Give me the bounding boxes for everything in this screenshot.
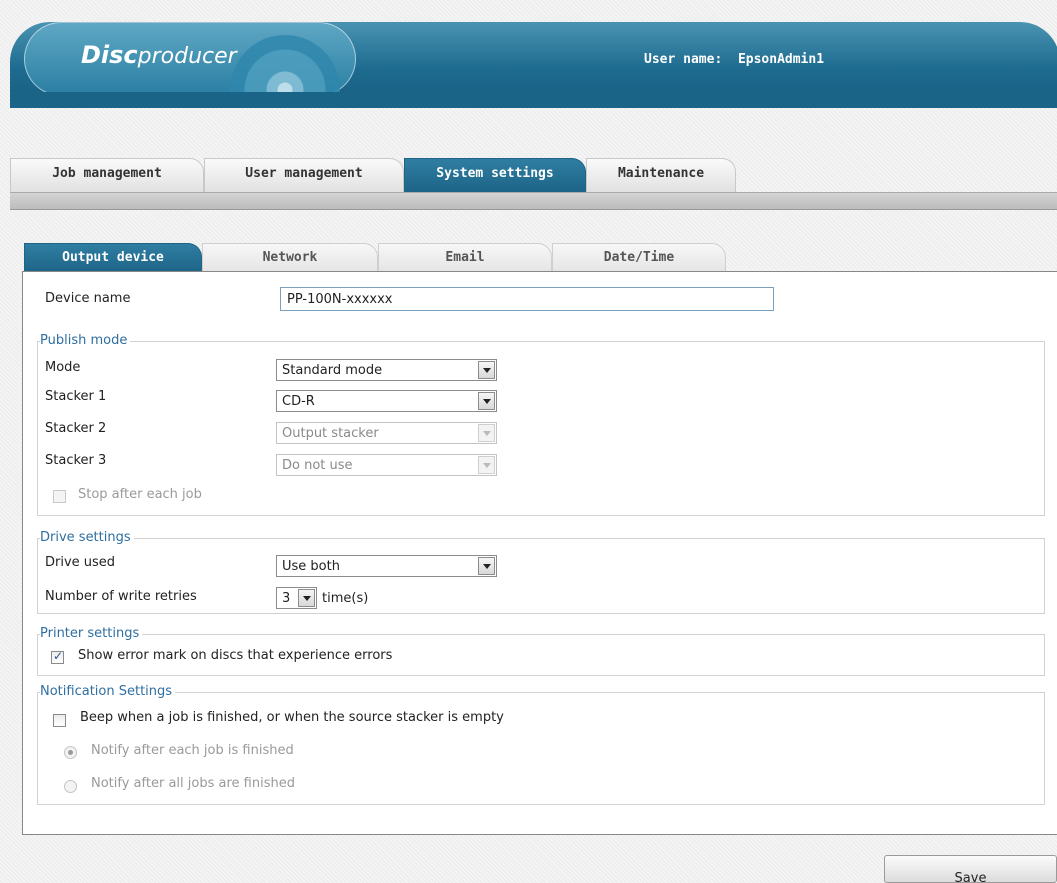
logo-rest-text: producer: [137, 44, 237, 69]
stacker3-select[interactable]: Do not use: [276, 454, 497, 476]
mode-select[interactable]: Standard mode: [276, 359, 497, 381]
tab-system-settings[interactable]: System settings: [404, 158, 586, 192]
stacker2-label: Stacker 2: [45, 421, 107, 436]
device-name-input[interactable]: [280, 287, 774, 311]
chevron-down-icon[interactable]: [478, 424, 495, 442]
drive-used-select[interactable]: Use both: [276, 555, 497, 577]
logo-bold-text: Disc: [81, 41, 138, 69]
write-retries-label: Number of write retries: [45, 589, 197, 604]
tab-label: Job management: [52, 166, 162, 181]
stacker3-select-value: Do not use: [282, 458, 353, 473]
logo-banner: Discproducer: [24, 22, 356, 108]
error-mark-label: Show error mark on discs that experience…: [78, 648, 393, 663]
stop-after-job-label: Stop after each job: [78, 487, 202, 502]
device-name-label: Device name: [45, 291, 131, 306]
tab-user-management[interactable]: User management: [204, 158, 404, 192]
tab-label: User management: [245, 166, 363, 181]
app-logo: Discproducer: [81, 41, 237, 69]
save-button[interactable]: Save: [884, 855, 1057, 883]
drive-used-value: Use both: [282, 559, 340, 574]
beep-checkbox[interactable]: [53, 714, 66, 727]
notification-legend: Notification Settings: [40, 684, 176, 699]
chevron-down-icon[interactable]: [298, 589, 315, 607]
error-mark-checkbox[interactable]: [51, 649, 64, 664]
tab-label: System settings: [436, 166, 554, 181]
tab-maintenance[interactable]: Maintenance: [586, 158, 736, 192]
save-button-label: Save: [954, 871, 987, 883]
stacker2-select-value: Output stacker: [282, 426, 379, 441]
notify-all-jobs-label: Notify after all jobs are finished: [91, 776, 295, 791]
mode-select-value: Standard mode: [282, 363, 383, 378]
subtab-label: Network: [262, 250, 318, 265]
printer-settings-legend: Printer settings: [40, 626, 143, 641]
tab-label: Maintenance: [617, 166, 705, 181]
write-retries-value: 3: [282, 591, 291, 606]
write-retries-select[interactable]: 3: [276, 587, 317, 609]
beep-label: Beep when a job is finished, or when the…: [80, 710, 504, 725]
mode-label: Mode: [45, 360, 81, 375]
stacker1-label: Stacker 1: [45, 389, 107, 404]
notify-each-job-label: Notify after each job is finished: [91, 743, 294, 758]
chevron-down-icon[interactable]: [478, 361, 495, 379]
notify-all-jobs-radio[interactable]: [64, 780, 77, 793]
user-info: User name: EpsonAdmin1: [644, 52, 824, 67]
user-name: EpsonAdmin1: [737, 52, 825, 67]
main-tab-underline-bar: [10, 192, 1057, 210]
tab-date-time[interactable]: Date/Time: [552, 243, 726, 273]
stop-after-job-checkbox[interactable]: [53, 490, 66, 503]
tab-network[interactable]: Network: [202, 243, 378, 273]
stacker3-label: Stacker 3: [45, 453, 107, 468]
tab-job-management[interactable]: Job management: [10, 158, 204, 192]
stacker1-select-value: CD-R: [282, 394, 315, 409]
subtab-label: Date/Time: [603, 250, 675, 265]
chevron-down-icon[interactable]: [478, 557, 495, 575]
tab-output-device[interactable]: Output device: [24, 243, 202, 273]
header-bottom-band: [10, 92, 1057, 108]
tab-email[interactable]: Email: [378, 243, 552, 273]
stacker1-select[interactable]: CD-R: [276, 390, 497, 412]
chevron-down-icon[interactable]: [478, 456, 495, 474]
subtab-label: Email: [445, 250, 485, 265]
publish-mode-legend: Publish mode: [40, 333, 131, 348]
notify-each-job-radio[interactable]: [64, 746, 77, 759]
subtab-label: Output device: [62, 250, 164, 265]
chevron-down-icon[interactable]: [478, 392, 495, 410]
user-label: User name:: [644, 52, 723, 67]
stacker2-select[interactable]: Output stacker: [276, 422, 497, 444]
write-retries-unit: time(s): [322, 591, 369, 606]
drive-settings-legend: Drive settings: [40, 530, 134, 545]
drive-used-label: Drive used: [45, 555, 116, 570]
